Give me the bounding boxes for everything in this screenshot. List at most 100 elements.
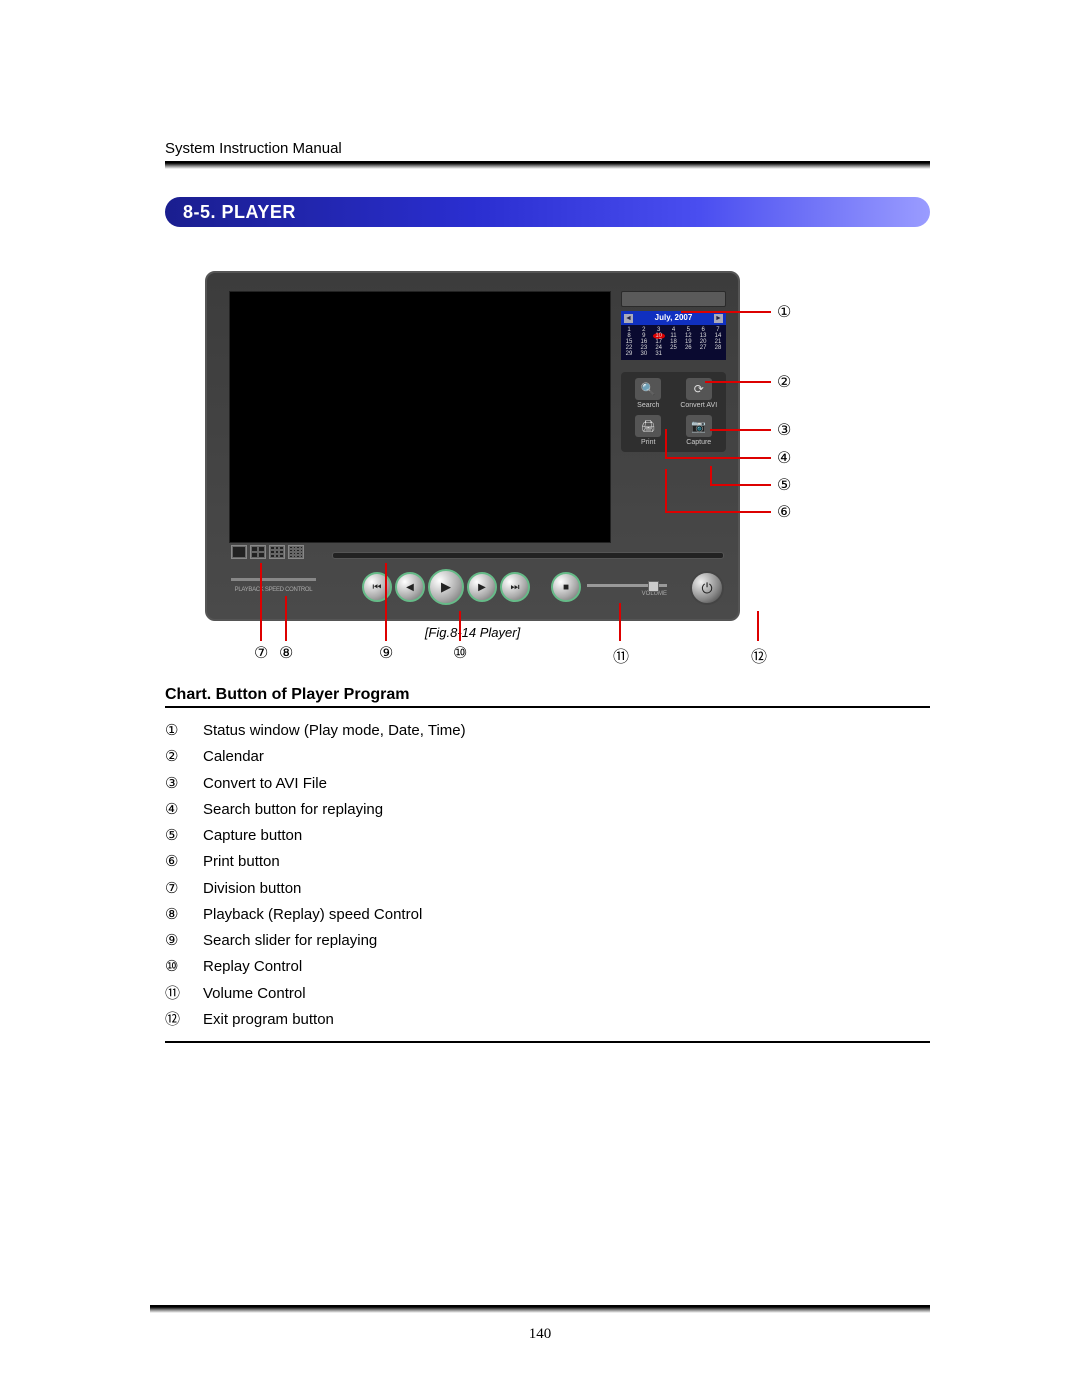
- callout-11: ⑪: [613, 643, 629, 667]
- legend-text: Playback (Replay) speed Control: [203, 902, 422, 928]
- callout-line: [260, 563, 262, 641]
- search-label: Search: [637, 402, 659, 409]
- callout-6: ⑥: [777, 502, 791, 522]
- legend-text: Search button for replaying: [203, 797, 383, 823]
- legend-row: ⑦ Division button: [165, 876, 930, 902]
- calendar-grid[interactable]: 1234567891011121314151617181920212223242…: [621, 325, 726, 360]
- video-area: [229, 291, 611, 543]
- printer-icon: 🖨: [635, 415, 661, 437]
- step-back-button[interactable]: ◀: [395, 572, 425, 602]
- legend-row: ⑥ Print button: [165, 849, 930, 875]
- legend-text: Division button: [203, 876, 301, 902]
- callout-1: ①: [777, 302, 791, 322]
- running-header: System Instruction Manual: [165, 140, 930, 157]
- legend-number: ⑨: [165, 928, 185, 954]
- speed-control[interactable]: PLAYBACK SPEED CONTROL: [231, 578, 316, 593]
- callout-3: ③: [777, 420, 791, 440]
- stop-button[interactable]: ■: [551, 572, 581, 602]
- footer-rule: [150, 1305, 930, 1313]
- callout-line: [757, 611, 759, 641]
- capture-label: Capture: [686, 439, 711, 446]
- legend-number: ⑦: [165, 876, 185, 902]
- calendar-day[interactable]: 30: [638, 351, 650, 357]
- callout-line: [681, 311, 771, 313]
- calendar-prev-icon[interactable]: ◄: [624, 314, 633, 323]
- section-title-bar: 8-5. PLAYER: [165, 197, 930, 227]
- play-button[interactable]: ▶: [428, 569, 464, 605]
- callout-12: ⑫: [751, 643, 767, 667]
- speed-track[interactable]: [231, 578, 316, 581]
- division-9-icon[interactable]: [269, 545, 285, 559]
- legend-row: ①Status window (Play mode, Date, Time): [165, 718, 930, 744]
- capture-button[interactable]: 📷 Capture: [676, 415, 723, 446]
- volume-knob[interactable]: [648, 581, 659, 592]
- calendar-day[interactable]: 31: [653, 351, 665, 357]
- calendar-day[interactable]: [712, 351, 724, 357]
- legend-rule-bottom: [165, 1041, 930, 1043]
- calendar-month-label: July, 2007: [655, 311, 693, 325]
- volume-track[interactable]: [587, 584, 667, 587]
- legend-row: ⑤Capture button: [165, 823, 930, 849]
- status-window: [621, 291, 726, 307]
- callout-line: [665, 457, 771, 459]
- callout-line: [665, 429, 667, 457]
- calendar-day[interactable]: [697, 351, 709, 357]
- exit-button[interactable]: ⏻: [690, 571, 724, 605]
- callout-4: ④: [777, 448, 791, 468]
- legend-title: Chart. Button of Player Program: [165, 686, 930, 704]
- step-forward-button[interactable]: ▶: [467, 572, 497, 602]
- volume-control[interactable]: VOLUME: [587, 584, 667, 597]
- legend-row: ⑪Volume Control: [165, 981, 930, 1007]
- player-shell: ◄ July, 2007 ► 1234567891011121314151617…: [205, 271, 740, 621]
- legend-text: Print button: [203, 849, 280, 875]
- callout-line: [710, 466, 712, 484]
- callout-line: [459, 611, 461, 641]
- callout-line: [665, 469, 667, 511]
- calendar-header[interactable]: ◄ July, 2007 ►: [621, 311, 726, 325]
- legend-number: ④: [165, 797, 185, 823]
- section-title: 8-5. PLAYER: [183, 202, 296, 223]
- callout-line: [285, 596, 287, 641]
- legend-text: Calendar: [203, 744, 264, 770]
- callout-line: [710, 429, 771, 431]
- legend-row: ⑩Replay Control: [165, 954, 930, 980]
- legend-number: ⑩: [165, 954, 185, 980]
- legend-row: ⑧ Playback (Replay) speed Control: [165, 902, 930, 928]
- player-figure: ◄ July, 2007 ► 1234567891011121314151617…: [205, 271, 825, 640]
- callout-10: ⑩: [453, 643, 467, 663]
- legend-number: ③: [165, 771, 185, 797]
- legend-number: ⑧: [165, 902, 185, 928]
- division-16-icon[interactable]: [288, 545, 304, 559]
- division-1-icon[interactable]: [231, 545, 247, 559]
- legend-row: ③Convert to AVI File: [165, 771, 930, 797]
- callout-line: [710, 484, 771, 486]
- callout-line: [665, 511, 771, 513]
- legend-number: ⑥: [165, 849, 185, 875]
- search-button[interactable]: 🔍 Search: [625, 378, 672, 409]
- legend-row: ⑫Exit program button: [165, 1007, 930, 1033]
- convert-label: Convert AVI: [680, 402, 717, 409]
- callout-9: ⑨: [379, 643, 393, 663]
- calendar-day[interactable]: 29: [623, 351, 635, 357]
- callout-5: ⑤: [777, 475, 791, 495]
- search-slider[interactable]: [332, 552, 724, 559]
- legend-number: ②: [165, 744, 185, 770]
- callout-line: [619, 603, 621, 641]
- legend-row: ② Calendar: [165, 744, 930, 770]
- calendar-day[interactable]: [667, 351, 679, 357]
- print-label: Print: [641, 439, 655, 446]
- division-buttons[interactable]: [231, 545, 304, 559]
- fast-forward-button[interactable]: ⏭: [500, 572, 530, 602]
- page-number: 140: [0, 1326, 1080, 1343]
- fast-rewind-button[interactable]: ⏮: [362, 572, 392, 602]
- legend-list: ①Status window (Play mode, Date, Time)②C…: [165, 718, 930, 1033]
- callout-line: [705, 381, 771, 383]
- header-gradient: [165, 163, 930, 169]
- side-panel: ◄ July, 2007 ► 1234567891011121314151617…: [621, 291, 726, 452]
- calendar-day[interactable]: [682, 351, 694, 357]
- division-4-icon[interactable]: [250, 545, 266, 559]
- legend-number: ⑫: [165, 1007, 185, 1033]
- calendar-next-icon[interactable]: ►: [714, 314, 723, 323]
- speed-label: PLAYBACK SPEED CONTROL: [231, 587, 316, 593]
- convert-avi-button[interactable]: ⟳ Convert AVI: [676, 378, 723, 409]
